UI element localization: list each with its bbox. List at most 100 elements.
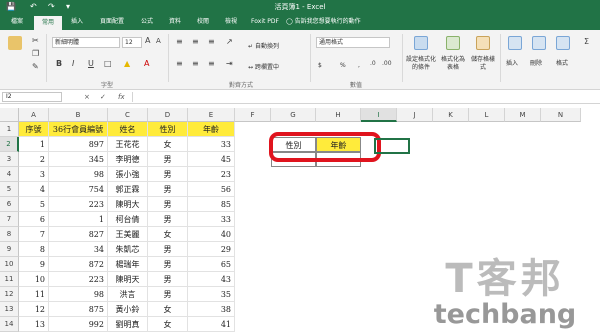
table-cell[interactable]: 40: [188, 227, 235, 242]
tab-file[interactable]: 檔案: [2, 14, 32, 30]
table-cell[interactable]: 6: [19, 212, 49, 227]
table-cell[interactable]: 張小強: [108, 167, 148, 182]
table-cell[interactable]: 男: [148, 272, 188, 287]
tab-home[interactable]: 常用: [34, 16, 62, 30]
bold-icon[interactable]: B: [56, 59, 62, 68]
table-cell[interactable]: 12: [19, 302, 49, 317]
row-header-3[interactable]: 3: [0, 152, 19, 167]
tab-foxit-pdf[interactable]: Foxit PDF: [246, 14, 284, 30]
wrap-text-button[interactable]: ↵ 自動換列: [248, 41, 279, 50]
align-center-icon[interactable]: ≡: [192, 59, 199, 68]
table-cell[interactable]: 897: [49, 137, 108, 152]
table-cell[interactable]: 875: [49, 302, 108, 317]
font-size-select[interactable]: 12: [122, 37, 142, 48]
increase-font-icon[interactable]: A: [145, 36, 150, 45]
tab-data[interactable]: 資料: [162, 14, 188, 30]
column-header-a[interactable]: A: [19, 108, 49, 122]
table-cell[interactable]: 13: [19, 317, 49, 332]
column-header-k[interactable]: K: [433, 108, 469, 122]
table-cell[interactable]: 4: [19, 182, 49, 197]
table-cell[interactable]: 陳明天: [108, 272, 148, 287]
insert-cells-label[interactable]: 插入: [506, 58, 518, 67]
table-cell[interactable]: 38: [188, 302, 235, 317]
italic-icon[interactable]: I: [72, 59, 74, 68]
table-header-cell[interactable]: 姓名: [108, 122, 148, 137]
paste-icon[interactable]: [8, 36, 22, 50]
format-cells-label[interactable]: 格式: [556, 58, 568, 67]
table-cell[interactable]: 陳明大: [108, 197, 148, 212]
align-left-icon[interactable]: ≡: [176, 59, 183, 68]
percent-format-button[interactable]: %: [340, 62, 346, 69]
table-cell[interactable]: 33: [188, 137, 235, 152]
cell-styles-label[interactable]: 儲存格樣式: [470, 56, 496, 72]
column-header-f[interactable]: F: [235, 108, 271, 122]
table-cell[interactable]: 9: [19, 257, 49, 272]
tell-me-box[interactable]: ◯ 告訴我您想要執行的動作: [286, 14, 361, 30]
column-header-n[interactable]: N: [541, 108, 581, 122]
formula-input[interactable]: [132, 92, 596, 102]
column-header-b[interactable]: B: [49, 108, 108, 122]
row-header-1[interactable]: 1: [0, 122, 19, 137]
borders-icon[interactable]: □: [104, 59, 112, 68]
table-cell[interactable]: 朱凱芯: [108, 242, 148, 257]
align-top-icon[interactable]: ≡: [176, 37, 183, 46]
table-cell[interactable]: 李明德: [108, 152, 148, 167]
tab-review[interactable]: 校閱: [190, 14, 216, 30]
table-cell[interactable]: 男: [148, 197, 188, 212]
column-header-l[interactable]: L: [469, 108, 505, 122]
row-header-12[interactable]: 12: [0, 287, 19, 302]
table-cell[interactable]: 10: [19, 272, 49, 287]
table-cell[interactable]: 男: [148, 212, 188, 227]
table-cell[interactable]: 1: [49, 212, 108, 227]
table-header-cell[interactable]: 年齡: [188, 122, 235, 137]
table-cell[interactable]: 45: [188, 152, 235, 167]
table-cell[interactable]: 2: [19, 152, 49, 167]
insert-cells-icon[interactable]: [508, 36, 522, 50]
tab-formulas[interactable]: 公式: [134, 14, 160, 30]
column-header-g[interactable]: G: [271, 108, 316, 122]
table-cell[interactable]: 女: [148, 317, 188, 332]
cell-styles-icon[interactable]: [476, 36, 490, 50]
column-header-d[interactable]: D: [148, 108, 188, 122]
table-cell[interactable]: 男: [148, 242, 188, 257]
number-format-select[interactable]: 通用格式: [316, 37, 390, 48]
column-header-i[interactable]: I: [361, 108, 397, 122]
row-header-14[interactable]: 14: [0, 317, 19, 332]
table-header-cell[interactable]: 序號: [19, 122, 49, 137]
decrease-decimal-icon[interactable]: .00: [382, 60, 392, 67]
comma-format-button[interactable]: ,: [358, 62, 360, 69]
orientation-icon[interactable]: ↗: [226, 37, 233, 46]
table-cell[interactable]: 8: [19, 242, 49, 257]
increase-decimal-icon[interactable]: .0: [370, 60, 376, 67]
format-as-table-icon[interactable]: [446, 36, 460, 50]
copy-icon[interactable]: ❐: [32, 49, 39, 58]
indent-icon[interactable]: ⇥: [226, 59, 233, 68]
column-header-c[interactable]: C: [108, 108, 148, 122]
table-cell[interactable]: 85: [188, 197, 235, 212]
table-cell[interactable]: 23: [188, 167, 235, 182]
table-cell[interactable]: 楊瑞年: [108, 257, 148, 272]
table-cell[interactable]: 王美麗: [108, 227, 148, 242]
align-middle-icon[interactable]: ≡: [192, 37, 199, 46]
autosum-icon[interactable]: Σ: [584, 37, 589, 46]
tab-insert[interactable]: 插入: [64, 14, 90, 30]
column-header-j[interactable]: J: [397, 108, 433, 122]
name-box[interactable]: I2: [2, 92, 62, 102]
table-cell[interactable]: 11: [19, 287, 49, 302]
row-header-4[interactable]: 4: [0, 167, 19, 182]
row-header-6[interactable]: 6: [0, 197, 19, 212]
insert-function-icon[interactable]: fx: [118, 92, 125, 102]
fill-color-icon[interactable]: ▲: [124, 59, 130, 68]
table-cell[interactable]: 男: [148, 182, 188, 197]
table-cell[interactable]: 1: [19, 137, 49, 152]
table-cell[interactable]: 34: [49, 242, 108, 257]
cut-icon[interactable]: ✂: [32, 36, 39, 45]
table-cell[interactable]: 洪言: [108, 287, 148, 302]
table-cell[interactable]: 女: [148, 227, 188, 242]
table-cell[interactable]: 35: [188, 287, 235, 302]
table-cell[interactable]: 43: [188, 272, 235, 287]
table-cell[interactable]: 65: [188, 257, 235, 272]
table-cell[interactable]: 劉明真: [108, 317, 148, 332]
conditional-format-icon[interactable]: [414, 36, 428, 50]
row-header-7[interactable]: 7: [0, 212, 19, 227]
